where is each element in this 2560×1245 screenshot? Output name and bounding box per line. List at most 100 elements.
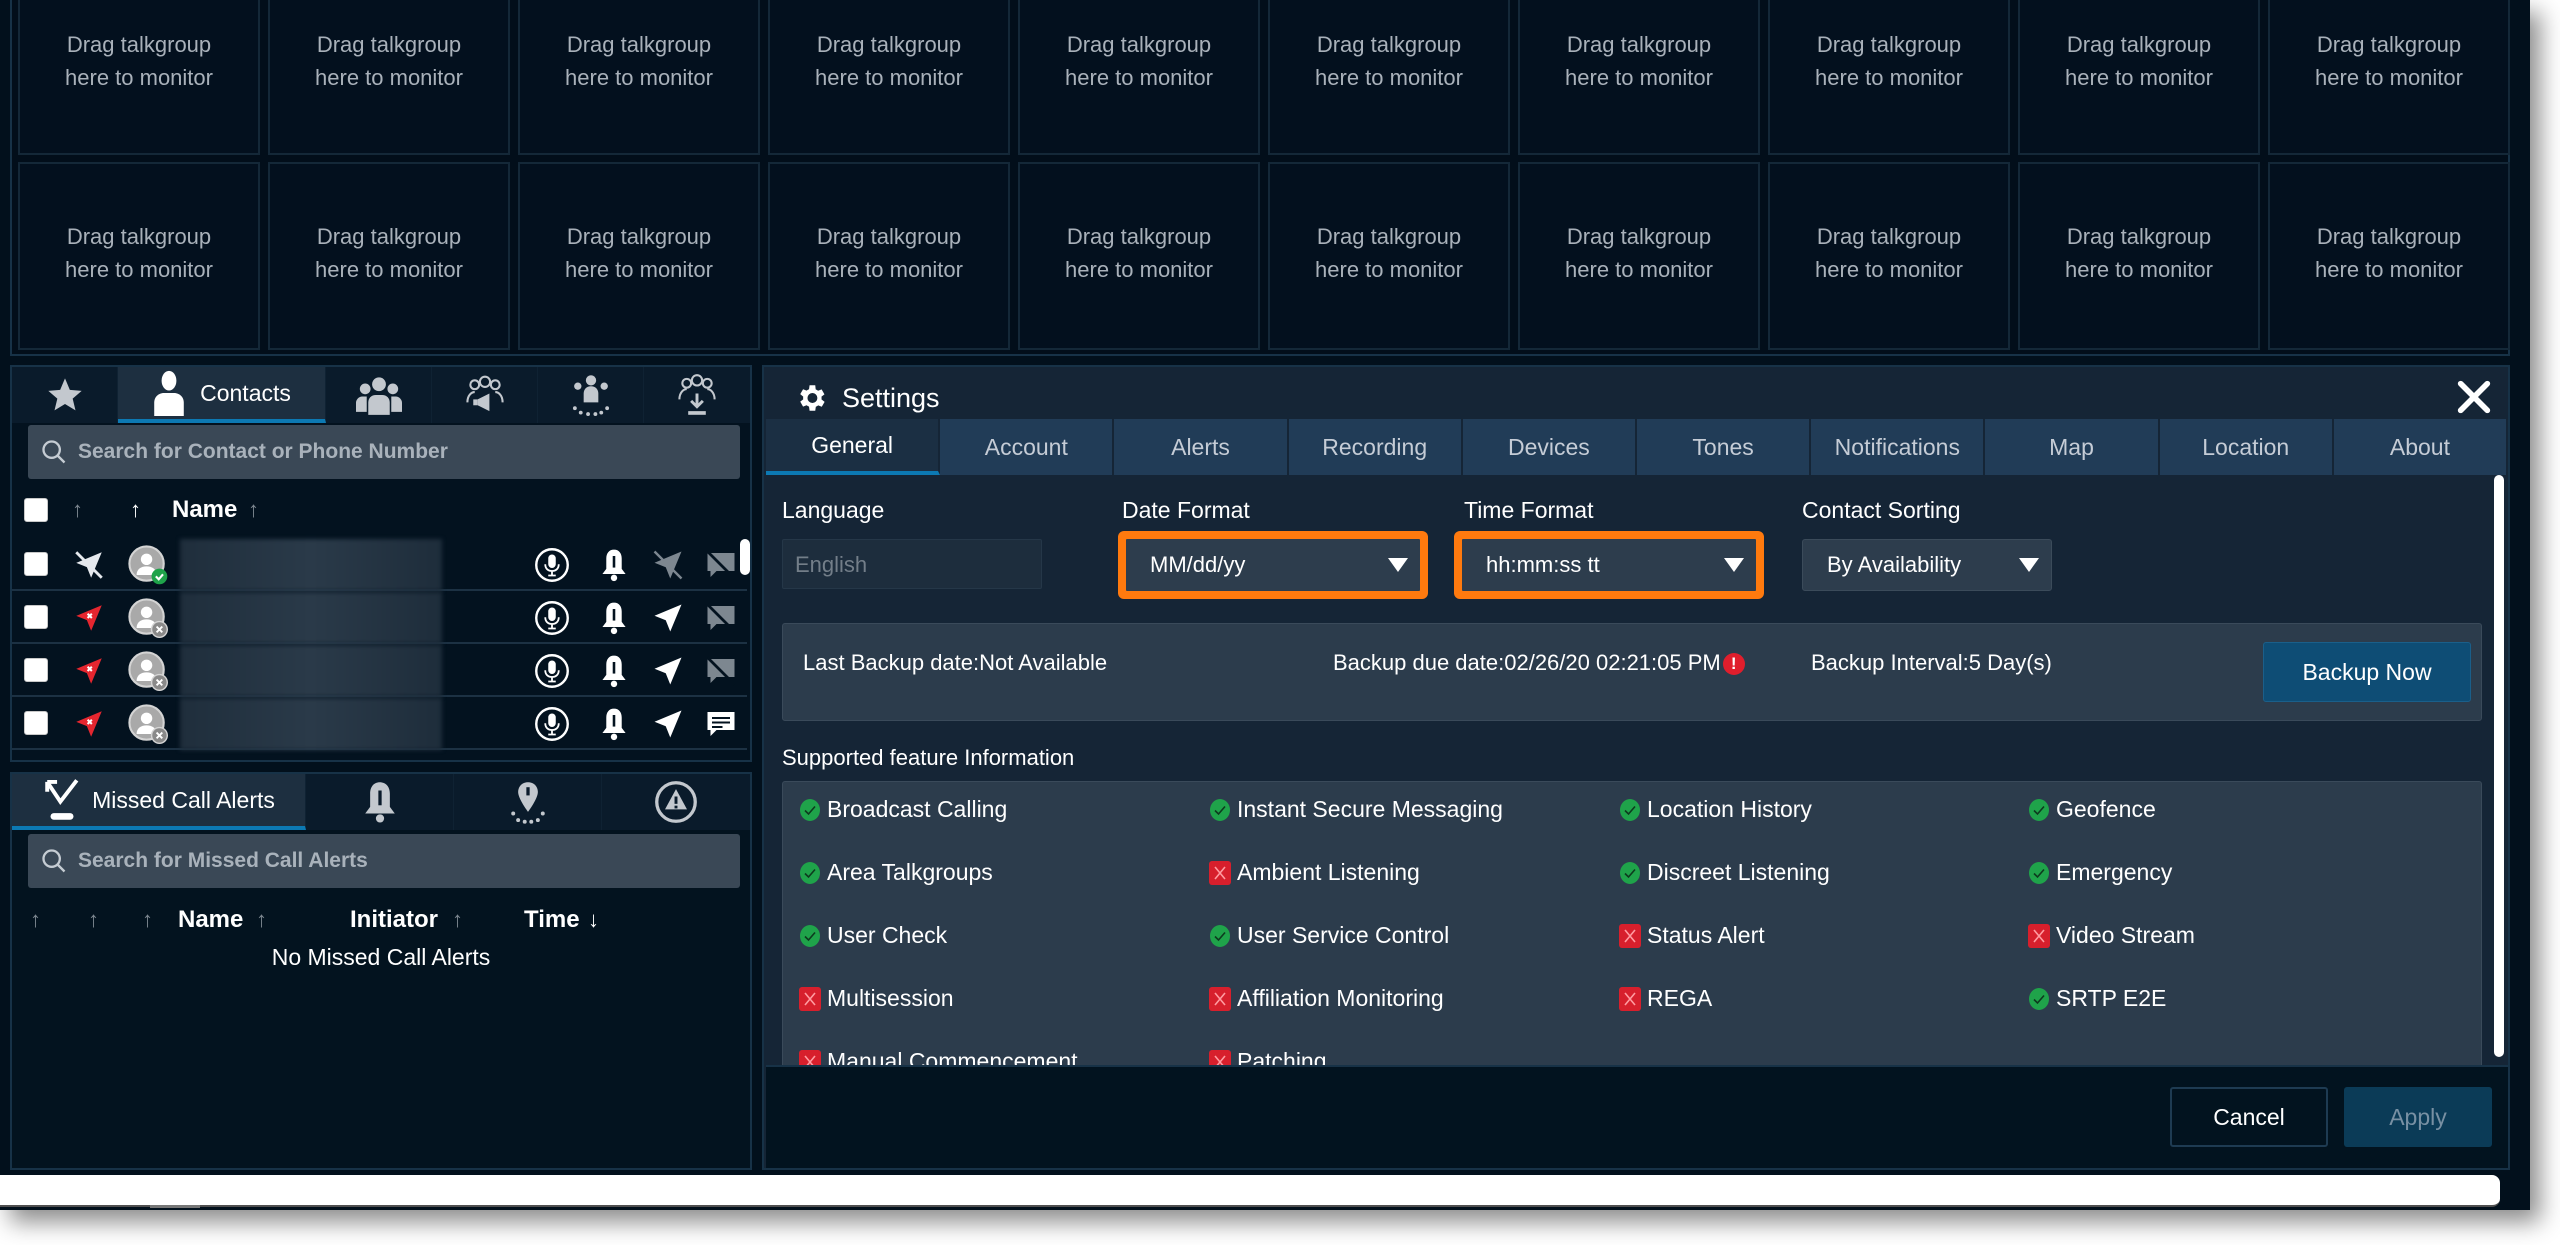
talkgroup-drop-slot[interactable]: Drag talkgroup here to monitor	[518, 0, 760, 155]
contact-search-input[interactable]	[78, 440, 708, 464]
tab-broadcast-groups[interactable]	[432, 367, 538, 423]
date-format-select[interactable]: MM/dd/yy	[1126, 539, 1420, 591]
talkgroup-drop-slot[interactable]: Drag talkgroup here to monitor	[1518, 0, 1760, 155]
talkgroup-drop-slot[interactable]: Drag talkgroup here to monitor	[1018, 162, 1260, 350]
talkgroup-drop-slot[interactable]: Drag talkgroup here to monitor	[1268, 0, 1510, 155]
talkgroup-drop-slot[interactable]: Drag talkgroup here to monitor	[2018, 162, 2260, 350]
talkgroup-drop-slot[interactable]: Drag talkgroup here to monitor	[18, 162, 260, 350]
name-column-header[interactable]: Name	[178, 906, 243, 934]
sort-initiator-button[interactable]: ↑	[452, 907, 463, 933]
location-button[interactable]	[650, 706, 686, 742]
missed-call-search-input[interactable]	[78, 849, 708, 873]
tab-recording[interactable]: Recording	[1288, 419, 1463, 475]
tab-about[interactable]: About	[2333, 419, 2508, 475]
talkgroup-drop-slot[interactable]: Drag talkgroup here to monitor	[768, 162, 1010, 350]
drop-slot-text-line1: Drag talkgroup	[816, 32, 962, 57]
talkgroup-drop-slot[interactable]: Drag talkgroup here to monitor	[518, 162, 760, 350]
tab-groups[interactable]	[326, 367, 432, 423]
message-button[interactable]	[702, 547, 738, 583]
contact-row[interactable]	[12, 698, 747, 750]
talkgroup-drop-slot[interactable]: Drag talkgroup here to monitor	[1268, 162, 1510, 350]
call-button[interactable]	[534, 547, 570, 583]
settings-header: Settings	[794, 381, 940, 415]
contact-row[interactable]	[12, 645, 747, 697]
talkgroup-drop-slot[interactable]: Drag talkgroup here to monitor	[2018, 0, 2260, 155]
tab-tones[interactable]: Tones	[1637, 419, 1812, 475]
message-button[interactable]	[702, 706, 738, 742]
sort-time-button[interactable]: ↓	[588, 907, 599, 933]
select-all-checkbox[interactable]	[24, 498, 48, 522]
settings-title: Settings	[842, 382, 940, 413]
call-button[interactable]	[534, 706, 570, 742]
sort-presence-button[interactable]: ↑	[130, 497, 141, 523]
contact-sorting-select[interactable]: By Availability	[1802, 539, 2052, 591]
call-button[interactable]	[534, 600, 570, 636]
tab-missed-call-alerts[interactable]: Missed Call Alerts	[12, 774, 306, 830]
cancel-button[interactable]: Cancel	[2170, 1087, 2328, 1147]
tab-location[interactable]: Location	[2159, 419, 2334, 475]
talkgroup-drop-slot[interactable]: Drag talkgroup here to monitor	[18, 0, 260, 155]
horizontal-scrollbar[interactable]	[0, 1175, 2500, 1208]
navigation-icon	[650, 710, 686, 746]
close-settings-button[interactable]	[2454, 377, 2494, 417]
talkgroup-drop-slot[interactable]: Drag talkgroup here to monitor	[1518, 162, 1760, 350]
tab-general[interactable]: General	[766, 419, 941, 475]
alert-button[interactable]	[596, 653, 632, 689]
missed-call-search-box[interactable]	[28, 834, 740, 888]
feature-name: User Service Control	[1237, 922, 1450, 948]
location-button[interactable]	[650, 600, 686, 636]
alert-button[interactable]	[596, 706, 632, 742]
talkgroup-drop-slot[interactable]: Drag talkgroup here to monitor	[1768, 162, 2010, 350]
talkgroup-drop-slot[interactable]: Drag talkgroup here to monitor	[268, 0, 510, 155]
talkgroup-drop-slot[interactable]: Drag talkgroup here to monitor	[768, 0, 1010, 155]
missed-call-panel: Missed Call Alerts ↑ ↑ ↑ Name ↑ Initiato…	[10, 772, 752, 1170]
row-checkbox[interactable]	[24, 711, 48, 735]
sort-icon-button[interactable]: ↑	[142, 907, 153, 933]
horizontal-scrollbar-thumb[interactable]	[150, 1205, 200, 1208]
talkgroup-drop-slot[interactable]: Drag talkgroup here to monitor	[1018, 0, 1260, 155]
contact-search-box[interactable]	[28, 425, 740, 479]
apply-button[interactable]: Apply	[2344, 1087, 2492, 1147]
tab-devices[interactable]: Devices	[1462, 419, 1638, 475]
time-format-select[interactable]: hh:mm:ss tt	[1462, 539, 1756, 591]
call-button[interactable]	[534, 653, 570, 689]
tab-map[interactable]: Map	[1985, 419, 2160, 475]
name-column-header[interactable]: Name	[172, 496, 237, 524]
sort-name-button[interactable]: ↑	[256, 907, 267, 933]
row-checkbox[interactable]	[24, 605, 48, 629]
location-button[interactable]	[650, 653, 686, 689]
backup-now-button[interactable]: Backup Now	[2263, 642, 2471, 702]
talkgroup-drop-slot[interactable]: Drag talkgroup here to monitor	[2268, 162, 2510, 350]
alert-button[interactable]	[596, 547, 632, 583]
initiator-column-header[interactable]: Initiator	[350, 906, 438, 934]
sort-location-button[interactable]: ↑	[72, 497, 83, 523]
tab-geofence-alerts[interactable]	[454, 774, 602, 830]
talkgroup-drop-slot[interactable]: Drag talkgroup here to monitor	[2268, 0, 2510, 155]
location-button[interactable]	[650, 547, 686, 583]
talkgroup-drop-slot[interactable]: Drag talkgroup here to monitor	[1768, 0, 2010, 155]
message-button[interactable]	[702, 653, 738, 689]
tab-contacts[interactable]: Contacts	[118, 367, 326, 423]
message-disabled-icon	[702, 656, 740, 693]
time-column-header[interactable]: Time	[524, 906, 580, 934]
row-checkbox[interactable]	[24, 658, 48, 682]
contact-row[interactable]	[12, 539, 747, 591]
row-checkbox[interactable]	[24, 552, 48, 576]
tab-account[interactable]: Account	[940, 419, 1115, 475]
tab-group-download[interactable]	[644, 367, 750, 423]
sort-name-button[interactable]: ↑	[248, 497, 259, 523]
tab-emergency[interactable]	[602, 774, 750, 830]
tab-alerts[interactable]: Alerts	[1114, 419, 1289, 475]
contact-row[interactable]	[12, 592, 747, 644]
talkgroup-drop-slot[interactable]: Drag talkgroup here to monitor	[268, 162, 510, 350]
settings-scrollbar[interactable]	[2494, 475, 2504, 1057]
tab-area-groups[interactable]	[538, 367, 644, 423]
tab-notifications[interactable]: Notifications	[1811, 419, 1986, 475]
tab-alerts[interactable]	[306, 774, 454, 830]
tab-favorites[interactable]	[12, 367, 118, 423]
sort-status-button[interactable]: ↑	[88, 907, 99, 933]
sort-type-button[interactable]: ↑	[30, 907, 41, 933]
contacts-scrollbar[interactable]	[740, 539, 750, 575]
alert-button[interactable]	[596, 600, 632, 636]
message-button[interactable]	[702, 600, 738, 636]
